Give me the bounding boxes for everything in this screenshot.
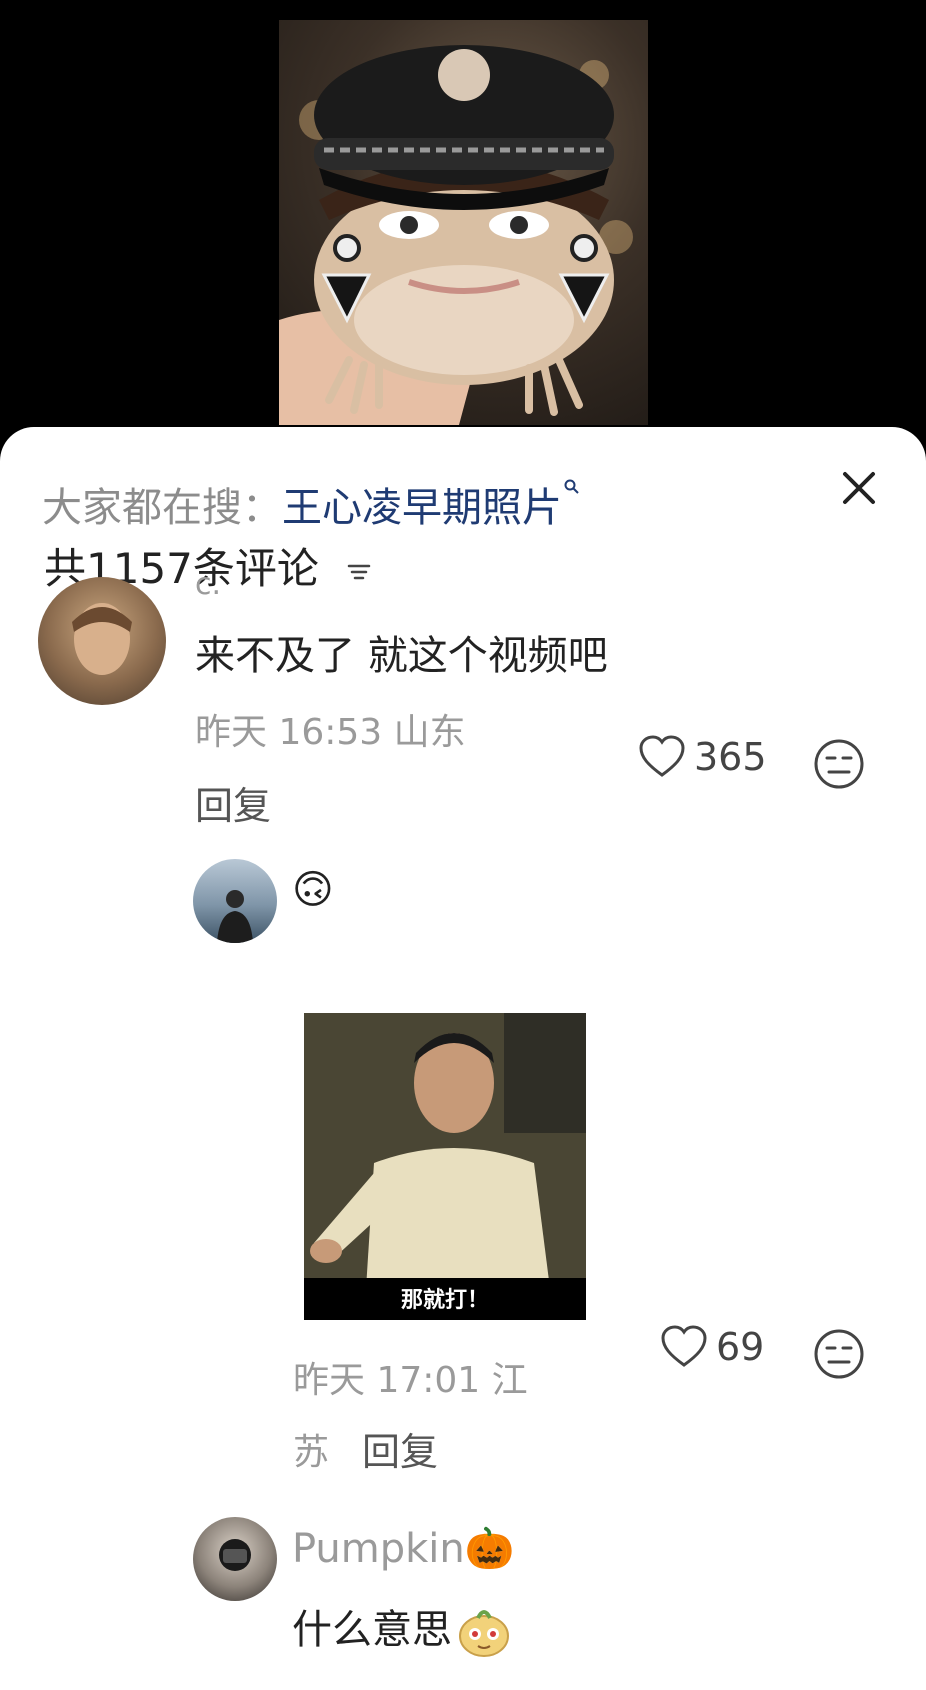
heart-icon	[639, 735, 685, 777]
frog-figure	[279, 45, 614, 425]
emoji-sticker-icon	[459, 1610, 509, 1657]
dislike-face-icon[interactable]	[812, 1327, 866, 1381]
like-button[interactable]: 365	[638, 735, 767, 779]
search-suggestion[interactable]: 大家都在搜：王心凌早期照片	[42, 475, 580, 533]
search-icon	[564, 479, 579, 494]
comment-text: 来不及了 就这个视频吧	[195, 633, 608, 679]
reply-text: 什么意思	[292, 1597, 512, 1660]
reply-button[interactable]: 回复	[362, 1421, 438, 1476]
reply-meta-line1: 昨天 17:01 江	[293, 1360, 528, 1401]
search-prefix: 大家都在搜：	[42, 485, 282, 531]
reply-text-content: 什么意思	[292, 1607, 452, 1653]
reply-meme-image[interactable]: 那就打！	[304, 1013, 586, 1320]
sort-icon[interactable]	[346, 561, 372, 583]
like-count: 365	[694, 735, 767, 779]
video-thumbnail[interactable]	[279, 20, 648, 425]
meme-caption: 那就打！	[400, 1288, 489, 1313]
avatar[interactable]	[38, 577, 166, 705]
comment-meta: 昨天 16:53 山东	[195, 712, 466, 753]
close-icon[interactable]	[834, 463, 884, 513]
comment-username[interactable]: c.	[195, 567, 221, 602]
reply-meta-line2: 苏	[293, 1432, 330, 1473]
reply-username[interactable]: Pumpkin🎃	[292, 1525, 515, 1572]
like-count: 69	[716, 1325, 765, 1369]
dislike-face-icon[interactable]	[812, 737, 866, 791]
avatar[interactable]	[193, 1517, 277, 1601]
video-player-area[interactable]	[0, 0, 926, 440]
search-keyword[interactable]: 王心凌早期照片	[282, 485, 562, 531]
comment-sheet: 大家都在搜：王心凌早期照片 共1157条评论 c. 来不及了 就这个视频吧 昨天…	[0, 427, 926, 1690]
reply-button[interactable]: 回复	[195, 775, 271, 830]
reply-username-emoji[interactable]: 🙃	[292, 867, 334, 913]
like-button[interactable]: 69	[660, 1325, 764, 1369]
heart-icon	[661, 1325, 707, 1367]
avatar[interactable]	[193, 859, 277, 943]
